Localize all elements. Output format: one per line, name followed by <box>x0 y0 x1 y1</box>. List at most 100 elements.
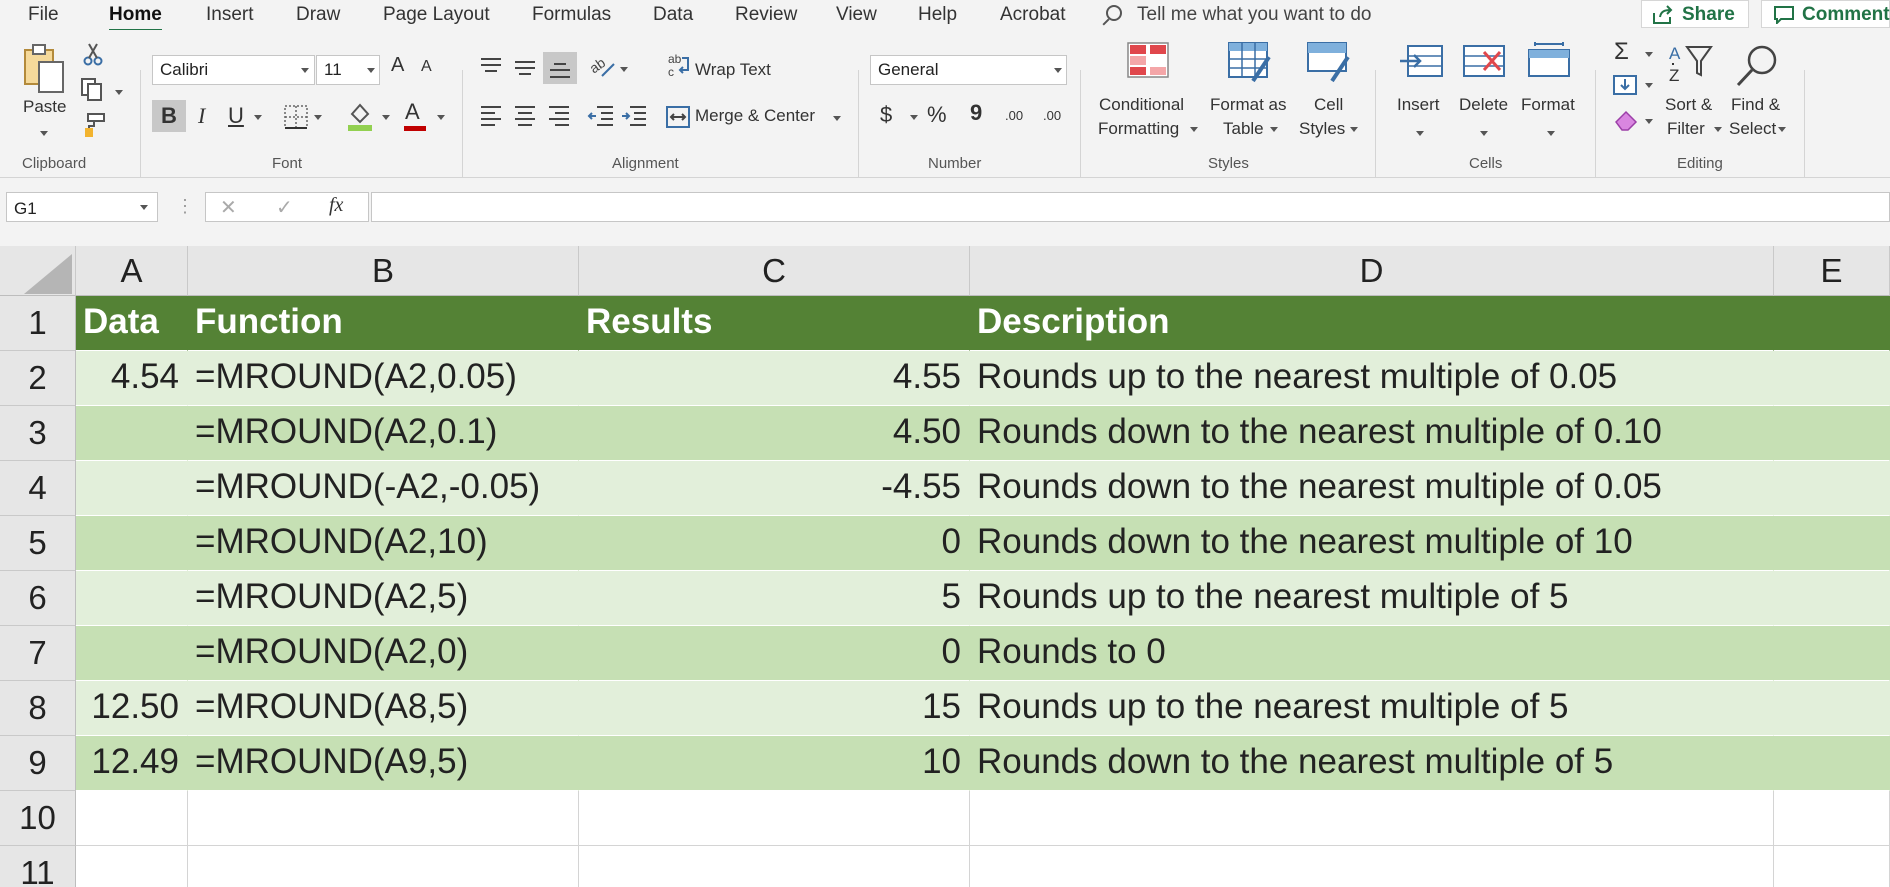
insert-cells-icon[interactable] <box>1398 44 1444 78</box>
font-name-select[interactable]: Calibri <box>152 55 315 85</box>
row-header-3[interactable]: 3 <box>0 406 76 461</box>
format-as-table-icon[interactable] <box>1227 41 1273 83</box>
italic-icon[interactable]: I <box>198 103 205 129</box>
conditional-formatting-icon[interactable] <box>1126 41 1170 81</box>
cell-c2[interactable]: 4.55 <box>579 351 970 406</box>
delete-cells-label[interactable]: Delete <box>1459 95 1508 115</box>
row-header-9[interactable]: 9 <box>0 736 76 791</box>
cell-d6[interactable]: Rounds up to the nearest multiple of 5 <box>970 571 1774 626</box>
cell-e3[interactable] <box>1774 406 1890 461</box>
align-center-icon[interactable] <box>513 104 537 126</box>
comments-button[interactable]: Comments <box>1761 0 1890 28</box>
cell-b6[interactable]: =MROUND(A2,5) <box>188 571 579 626</box>
fill-color-icon[interactable] <box>346 100 374 132</box>
increase-decimal-icon[interactable]: .00 <box>1005 108 1023 123</box>
cell-c8[interactable]: 15 <box>579 681 970 736</box>
cell-d7[interactable]: Rounds to 0 <box>970 626 1774 681</box>
cell-c7[interactable]: 0 <box>579 626 970 681</box>
cell-c5[interactable]: 0 <box>579 516 970 571</box>
cell-c4[interactable]: -4.55 <box>579 461 970 516</box>
cell-a11[interactable] <box>76 846 188 887</box>
clear-icon[interactable] <box>1612 108 1640 132</box>
merge-center-button[interactable]: Merge & Center <box>695 106 815 126</box>
cell-e10[interactable] <box>1774 791 1890 846</box>
cell-styles-icon[interactable] <box>1306 41 1352 83</box>
tab-insert[interactable]: Insert <box>206 4 254 26</box>
cut-icon[interactable] <box>82 42 104 66</box>
font-color-icon[interactable]: A <box>405 99 420 125</box>
tab-view[interactable]: View <box>836 4 877 26</box>
formula-input[interactable] <box>371 192 1890 222</box>
tab-draw[interactable]: Draw <box>296 4 340 26</box>
cell-styles-label-1[interactable]: Cell <box>1314 95 1343 115</box>
paste-button[interactable] <box>22 42 68 99</box>
cell-b11[interactable] <box>188 846 579 887</box>
align-top-icon[interactable] <box>479 56 503 78</box>
clear-dropdown-icon[interactable] <box>1645 119 1653 124</box>
wrap-text-button[interactable]: Wrap Text <box>695 60 771 80</box>
tell-me-box[interactable]: Tell me what you want to do <box>1137 4 1371 26</box>
delete-cells-icon[interactable] <box>1462 44 1508 78</box>
column-header-b[interactable]: B <box>188 246 579 296</box>
cell-e6[interactable] <box>1774 571 1890 626</box>
cell-e7[interactable] <box>1774 626 1890 681</box>
cell-b4[interactable]: =MROUND(-A2,-0.05) <box>188 461 579 516</box>
cell-d5[interactable]: Rounds down to the nearest multiple of 1… <box>970 516 1774 571</box>
cell-a10[interactable] <box>76 791 188 846</box>
merge-dropdown-icon[interactable] <box>833 116 841 121</box>
cell-e8[interactable] <box>1774 681 1890 736</box>
conditional-formatting-label-1[interactable]: Conditional <box>1099 95 1184 115</box>
cell-c6[interactable]: 5 <box>579 571 970 626</box>
cell-b9[interactable]: =MROUND(A9,5) <box>188 736 579 791</box>
cell-d4[interactable]: Rounds down to the nearest multiple of 0… <box>970 461 1774 516</box>
find-select-label-1[interactable]: Find & <box>1731 95 1780 115</box>
cell-c9[interactable]: 10 <box>579 736 970 791</box>
cell-a2[interactable]: 4.54 <box>76 351 188 406</box>
format-as-table-label-1[interactable]: Format as <box>1210 95 1287 115</box>
copy-dropdown-icon[interactable] <box>115 90 123 95</box>
decrease-font-size-icon[interactable]: A <box>421 58 432 76</box>
column-header-d[interactable]: D <box>970 246 1774 296</box>
insert-function-icon[interactable]: fx <box>329 194 343 217</box>
row-header-2[interactable]: 2 <box>0 351 76 406</box>
align-left-icon[interactable] <box>479 104 503 126</box>
underline-dropdown-icon[interactable] <box>254 115 262 120</box>
cell-b10[interactable] <box>188 791 579 846</box>
cell-a3[interactable] <box>76 406 188 461</box>
currency-icon[interactable]: $ <box>880 102 892 128</box>
format-as-table-label-2[interactable]: Table <box>1223 119 1264 139</box>
column-header-a[interactable]: A <box>76 246 188 296</box>
cell-a1[interactable]: Data <box>76 296 188 351</box>
cell-a9[interactable]: 12.49 <box>76 736 188 791</box>
cell-d2[interactable]: Rounds up to the nearest multiple of 0.0… <box>970 351 1774 406</box>
tab-data[interactable]: Data <box>653 4 693 26</box>
cell-b5[interactable]: =MROUND(A2,10) <box>188 516 579 571</box>
row-header-1[interactable]: 1 <box>0 296 76 351</box>
cell-b2[interactable]: =MROUND(A2,0.05) <box>188 351 579 406</box>
decrease-indent-icon[interactable] <box>587 104 615 126</box>
cell-e1[interactable] <box>1774 296 1890 351</box>
fill-color-dropdown-icon[interactable] <box>382 115 390 120</box>
cell-e2[interactable] <box>1774 351 1890 406</box>
row-header-4[interactable]: 4 <box>0 461 76 516</box>
font-size-select[interactable]: 11 <box>316 55 380 85</box>
borders-icon[interactable] <box>283 104 309 130</box>
currency-dropdown-icon[interactable] <box>910 115 918 120</box>
row-header-10[interactable]: 10 <box>0 791 76 846</box>
row-header-5[interactable]: 5 <box>0 516 76 571</box>
increase-font-size-icon[interactable]: A <box>391 54 404 77</box>
cell-b8[interactable]: =MROUND(A8,5) <box>188 681 579 736</box>
orientation-icon[interactable]: ab <box>588 52 616 80</box>
fill-icon[interactable] <box>1612 74 1638 96</box>
format-cells-label[interactable]: Format <box>1521 95 1575 115</box>
cell-a5[interactable] <box>76 516 188 571</box>
decrease-decimal-icon[interactable]: .00 <box>1043 108 1061 123</box>
row-header-7[interactable]: 7 <box>0 626 76 681</box>
borders-dropdown-icon[interactable] <box>314 115 322 120</box>
cell-d1[interactable]: Description <box>970 296 1774 351</box>
cell-b3[interactable]: =MROUND(A2,0.1) <box>188 406 579 461</box>
name-box-dropdown-icon[interactable] <box>140 205 148 210</box>
cell-a8[interactable]: 12.50 <box>76 681 188 736</box>
cell-c11[interactable] <box>579 846 970 887</box>
sort-filter-label-2[interactable]: Filter <box>1667 119 1705 139</box>
